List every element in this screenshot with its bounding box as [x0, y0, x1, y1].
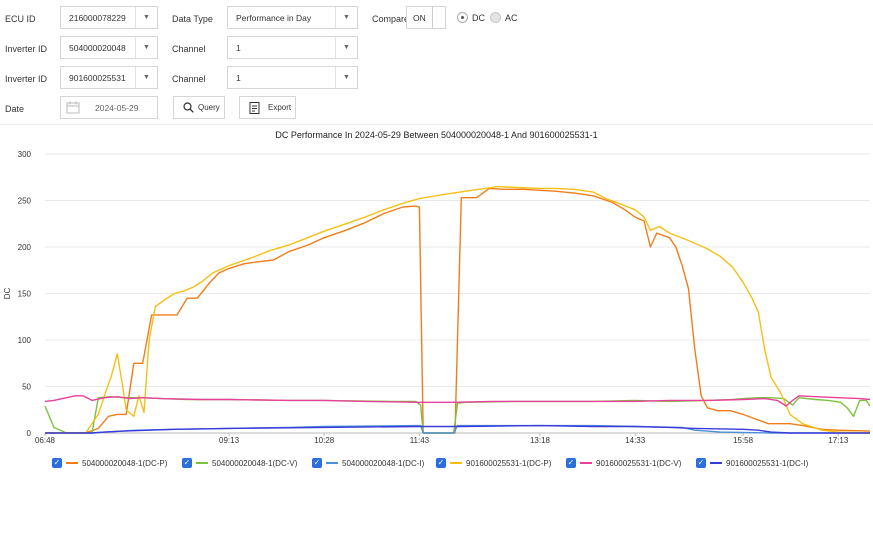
y-tick-label: 200	[18, 243, 32, 252]
legend-label: 901600025531-1(DC-P)	[466, 458, 552, 468]
radio-dc-label: DC	[472, 12, 485, 23]
checkbox-checked-icon[interactable]: ✓	[436, 458, 446, 468]
legend-label: 901600025531-1(DC-V)	[596, 458, 682, 468]
query-button[interactable]: Query	[173, 96, 225, 119]
x-tick-label: 09:13	[219, 436, 240, 445]
checkbox-checked-icon[interactable]: ✓	[696, 458, 706, 468]
data-type-label: Data Type	[172, 14, 213, 24]
chart-title: DC Performance In 2024-05-29 Between 504…	[275, 130, 598, 140]
legend-label: 504000020048-1(DC-P)	[82, 458, 168, 468]
legend-swatch	[326, 462, 338, 464]
ecu-id-label: ECU ID	[5, 14, 36, 24]
query-button-label: Query	[198, 103, 220, 112]
search-icon	[183, 102, 194, 113]
checkbox-checked-icon[interactable]: ✓	[52, 458, 62, 468]
legend-swatch	[710, 462, 722, 464]
channel-select-1[interactable]: 1 ▼	[227, 36, 358, 59]
x-tick-label: 14:33	[625, 436, 646, 445]
y-axis-label: DC	[3, 288, 12, 300]
ecu-id-value: 216000078229	[69, 13, 126, 23]
legend-item-3[interactable]: ✓ 504000020048-1(DC-I)	[312, 458, 424, 468]
export-button-label: Export	[268, 103, 292, 112]
compare-toggle[interactable]: ON	[406, 6, 446, 29]
inverter-id-select-2[interactable]: 901600025531 ▼	[60, 66, 158, 89]
compare-label: Compare	[372, 14, 410, 24]
date-label: Date	[5, 104, 25, 114]
checkbox-checked-icon[interactable]: ✓	[182, 458, 192, 468]
data-type-value: Performance in Day	[236, 13, 312, 23]
radio-selected-icon	[457, 12, 468, 23]
legend-label: 504000020048-1(DC-V)	[212, 458, 298, 468]
x-tick-label: 10:28	[314, 436, 335, 445]
x-tick-label: 17:13	[828, 436, 849, 445]
legend-swatch	[66, 462, 78, 464]
inverter-id-label-2: Inverter ID	[5, 74, 48, 84]
chevron-down-icon: ▼	[335, 37, 357, 58]
chevron-down-icon: ▼	[335, 7, 357, 28]
inverter-id-select-1[interactable]: 504000020048 ▼	[60, 36, 158, 59]
legend-item-2[interactable]: ✓ 504000020048-1(DC-V)	[182, 458, 297, 468]
y-tick-label: 100	[18, 336, 32, 345]
radio-ac[interactable]: AC	[490, 12, 518, 23]
legend-swatch	[580, 462, 592, 464]
legend-label: 504000020048-1(DC-I)	[342, 458, 425, 468]
series-line-4	[45, 185, 871, 434]
checkbox-checked-icon[interactable]: ✓	[566, 458, 576, 468]
legend-item-1[interactable]: ✓ 504000020048-1(DC-P)	[52, 458, 167, 468]
radio-ac-label: AC	[505, 12, 518, 23]
section-divider	[0, 124, 873, 125]
x-tick-label: 13:18	[530, 436, 551, 445]
data-type-select[interactable]: Performance in Day ▼	[227, 6, 358, 29]
inverter-id-value-2: 901600025531	[69, 73, 126, 83]
y-tick-label: 0	[27, 429, 32, 438]
legend-swatch	[196, 462, 208, 464]
y-tick-label: 50	[22, 383, 31, 392]
date-value: 2024-05-29	[95, 103, 139, 113]
legend-label: 901600025531-1(DC-I)	[726, 458, 809, 468]
channel-value-1: 1	[236, 43, 241, 53]
x-tick-label: 15:58	[733, 436, 754, 445]
export-button[interactable]: Export	[239, 96, 296, 119]
x-tick-label: 06:48	[35, 436, 56, 445]
radio-unselected-icon	[490, 12, 501, 23]
channel-label-2: Channel	[172, 74, 206, 84]
legend-swatch	[450, 462, 462, 464]
channel-label-1: Channel	[172, 44, 206, 54]
x-tick-label: 11:43	[410, 436, 430, 445]
y-tick-label: 300	[18, 150, 32, 159]
y-tick-label: 150	[18, 290, 32, 299]
date-picker[interactable]: 2024-05-29	[60, 96, 158, 119]
chevron-down-icon: ▼	[335, 67, 357, 88]
export-icon	[249, 101, 260, 114]
line-chart: 0 50 100 150 200 250 300 DC 06:48 09:13 10:28 11:43…	[3, 150, 871, 445]
channel-value-2: 1	[236, 73, 241, 83]
calendar-icon	[66, 101, 80, 116]
y-tick-label: 250	[18, 197, 32, 206]
checkbox-checked-icon[interactable]: ✓	[312, 458, 322, 468]
inverter-id-value-1: 504000020048	[69, 43, 126, 53]
legend-item-5[interactable]: ✓ 901600025531-1(DC-V)	[566, 458, 681, 468]
chevron-down-icon: ▼	[135, 67, 157, 88]
series-line-1	[45, 187, 871, 434]
legend-item-6[interactable]: ✓ 901600025531-1(DC-I)	[696, 458, 808, 468]
inverter-id-label-1: Inverter ID	[5, 44, 48, 54]
compare-toggle-state: ON	[413, 13, 426, 23]
ecu-id-select[interactable]: 216000078229 ▼	[60, 6, 158, 29]
chevron-down-icon: ▼	[135, 7, 157, 28]
radio-dc[interactable]: DC	[457, 12, 485, 23]
channel-select-2[interactable]: 1 ▼	[227, 66, 358, 89]
chevron-down-icon: ▼	[135, 37, 157, 58]
toggle-divider	[432, 7, 433, 28]
legend-item-4[interactable]: ✓ 901600025531-1(DC-P)	[436, 458, 551, 468]
